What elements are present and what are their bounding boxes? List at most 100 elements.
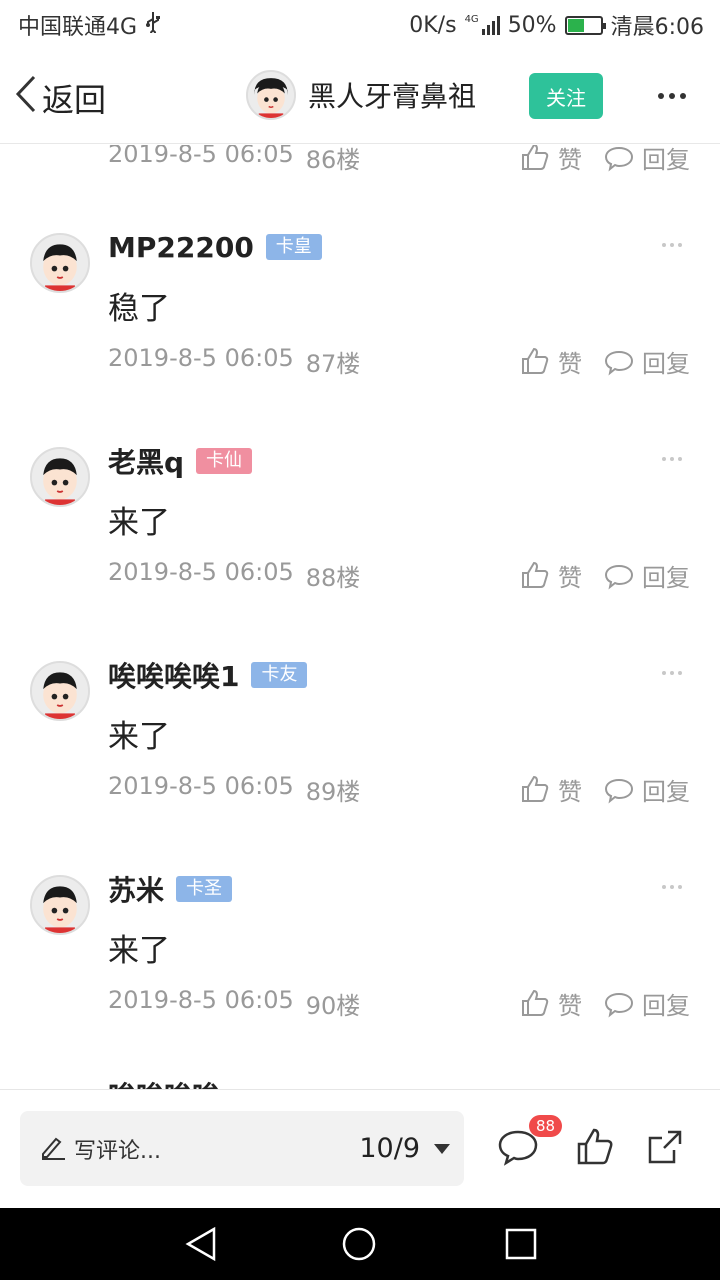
- like-button[interactable]: 赞: [520, 344, 582, 379]
- more-options-button[interactable]: [650, 82, 694, 110]
- comment-item[interactable]: 苏米 卡圣 来了 2019-8-5 06:05 90楼 赞 回复: [0, 863, 720, 1077]
- like-label: 赞: [558, 145, 582, 174]
- comment-text: 来了: [108, 719, 170, 755]
- reply-button[interactable]: 回复: [604, 145, 690, 175]
- page-indicator: 10/9: [359, 1133, 420, 1164]
- share-button[interactable]: [646, 1128, 684, 1170]
- like-button[interactable]: 赞: [520, 986, 582, 1021]
- comment-meta-row: 2019-8-5 06:05 88楼 赞 回复: [108, 555, 690, 595]
- comment-feed[interactable]: 2019-8-5 06:05 86楼 赞 回复 MP22200 卡皇 稳了 20…: [0, 145, 720, 1089]
- thumbs-up-icon: [520, 774, 550, 804]
- like-button[interactable]: 赞: [520, 772, 582, 807]
- like-label: 赞: [558, 349, 582, 378]
- comment-more-button[interactable]: [662, 243, 682, 247]
- user-level-badge: 卡皇: [265, 234, 322, 260]
- system-back-button[interactable]: [184, 1226, 218, 1266]
- comment-item[interactable]: MP22200 卡皇 稳了 2019-8-5 06:05 87楼 赞 回复: [0, 221, 720, 435]
- comment-more-button[interactable]: [662, 671, 682, 675]
- user-level-badge: 卡圣: [176, 876, 233, 902]
- comment-floor: 86楼: [305, 145, 361, 174]
- comment-item[interactable]: 老黑q 卡仙 来了 2019-8-5 06:05 88楼 赞 回复: [0, 435, 720, 649]
- comment-count-badge: 88: [529, 1115, 563, 1137]
- back-label: 返回: [42, 81, 107, 119]
- reply-button[interactable]: 回复: [604, 986, 690, 1021]
- user-avatar[interactable]: [30, 447, 90, 507]
- comment-meta-row: 2019-8-5 06:05 87楼 赞 回复: [108, 341, 690, 381]
- comment-meta-row: 2019-8-5 06:05 90楼 赞 回复: [108, 983, 690, 1023]
- comment-time: 2019-8-5 06:05: [108, 771, 294, 800]
- user-level-badge: 卡友: [251, 662, 308, 688]
- comment-more-button[interactable]: [662, 457, 682, 461]
- speech-bubble-icon: [604, 988, 634, 1018]
- comment-item[interactable]: 唉唉唉唉1 卡友 来了 2019-8-5 06:05 89楼 赞 回复: [0, 649, 720, 863]
- clock: 清晨6:06: [610, 15, 704, 40]
- user-avatar[interactable]: [30, 875, 90, 935]
- reply-button[interactable]: 回复: [604, 344, 690, 379]
- reply-label: 回复: [642, 145, 690, 174]
- signal-icon: 4G: [465, 15, 500, 35]
- user-level-badge: 卡仙: [196, 448, 253, 474]
- share-icon: [646, 1130, 684, 1170]
- square-recents-icon: [504, 1228, 538, 1266]
- user-name[interactable]: 老黑q: [108, 441, 184, 481]
- user-name[interactable]: 唉唉唉唉1: [108, 655, 239, 695]
- page-selector[interactable]: 10/9: [359, 1133, 450, 1164]
- top-nav-bar: 返回 黑人牙膏鼻祖 关注: [0, 50, 720, 144]
- system-recents-button[interactable]: [504, 1226, 538, 1266]
- comment-floor: 87楼: [305, 349, 361, 378]
- user-avatar[interactable]: [30, 233, 90, 293]
- author-info[interactable]: 黑人牙膏鼻祖: [246, 70, 476, 120]
- like-button[interactable]: 赞: [520, 558, 582, 593]
- comment-time: 2019-8-5 06:05: [108, 557, 294, 586]
- write-comment-input[interactable]: 写评论... 10/9: [20, 1111, 464, 1186]
- chevron-left-icon: [14, 74, 38, 122]
- status-bar: 中国联通4G 0K/s 4G 50% 清晨6:06: [0, 0, 720, 50]
- thumbs-up-icon: [576, 1128, 614, 1170]
- reply-label: 回复: [642, 349, 690, 378]
- battery-percent: 50%: [507, 12, 557, 38]
- system-home-button[interactable]: [341, 1226, 377, 1266]
- like-button[interactable]: 赞: [520, 145, 582, 175]
- comment-text: 来了: [108, 505, 170, 541]
- reply-button[interactable]: 回复: [604, 772, 690, 807]
- comment-meta-row: 2019-8-5 06:05 86楼 赞 回复: [108, 145, 690, 177]
- comment-floor: 90楼: [305, 991, 361, 1020]
- system-nav-bar: [0, 1208, 720, 1280]
- comment-time: 2019-8-5 06:05: [108, 985, 294, 1014]
- user-name[interactable]: 苏米: [108, 869, 164, 909]
- speech-bubble-icon: [498, 1130, 538, 1170]
- bottom-action-bar: 写评论... 10/9 88: [0, 1089, 720, 1208]
- thumbs-up-icon: [520, 145, 550, 172]
- speech-bubble-icon: [604, 346, 634, 376]
- thumbs-up-icon: [520, 346, 550, 376]
- reply-button[interactable]: 回复: [604, 558, 690, 593]
- battery-icon: [564, 15, 606, 35]
- comment-floor: 88楼: [305, 563, 361, 592]
- user-avatar[interactable]: [30, 661, 90, 721]
- usb-icon: [145, 11, 161, 39]
- speech-bubble-icon: [604, 560, 634, 590]
- comment-text: 稳了: [108, 291, 170, 327]
- user-name[interactable]: MP22200: [108, 231, 254, 264]
- comment-more-button[interactable]: [662, 885, 682, 889]
- reply-label: 回复: [642, 991, 690, 1020]
- like-label: 赞: [558, 563, 582, 592]
- speech-bubble-icon: [604, 145, 634, 172]
- reply-label: 回复: [642, 777, 690, 806]
- follow-button[interactable]: 关注: [529, 73, 603, 119]
- comment-time: 2019-8-5 06:05: [108, 343, 294, 372]
- thumbs-up-icon: [520, 988, 550, 1018]
- caret-down-icon: [434, 1143, 450, 1154]
- comment-time: 2019-8-5 06:05: [108, 145, 294, 168]
- comment-floor: 89楼: [305, 777, 361, 806]
- pencil-icon: [40, 1134, 66, 1164]
- back-button[interactable]: 返回: [14, 74, 106, 122]
- like-post-button[interactable]: [576, 1126, 614, 1170]
- carrier-text: 中国联通4G: [18, 15, 138, 40]
- speech-bubble-icon: [604, 774, 634, 804]
- thumbs-up-icon: [520, 560, 550, 590]
- network-type: 4G: [464, 14, 479, 25]
- comment-text: 来了: [108, 933, 170, 969]
- user-name[interactable]: 唉唉唉唉: [108, 1075, 220, 1089]
- author-avatar[interactable]: [246, 70, 296, 120]
